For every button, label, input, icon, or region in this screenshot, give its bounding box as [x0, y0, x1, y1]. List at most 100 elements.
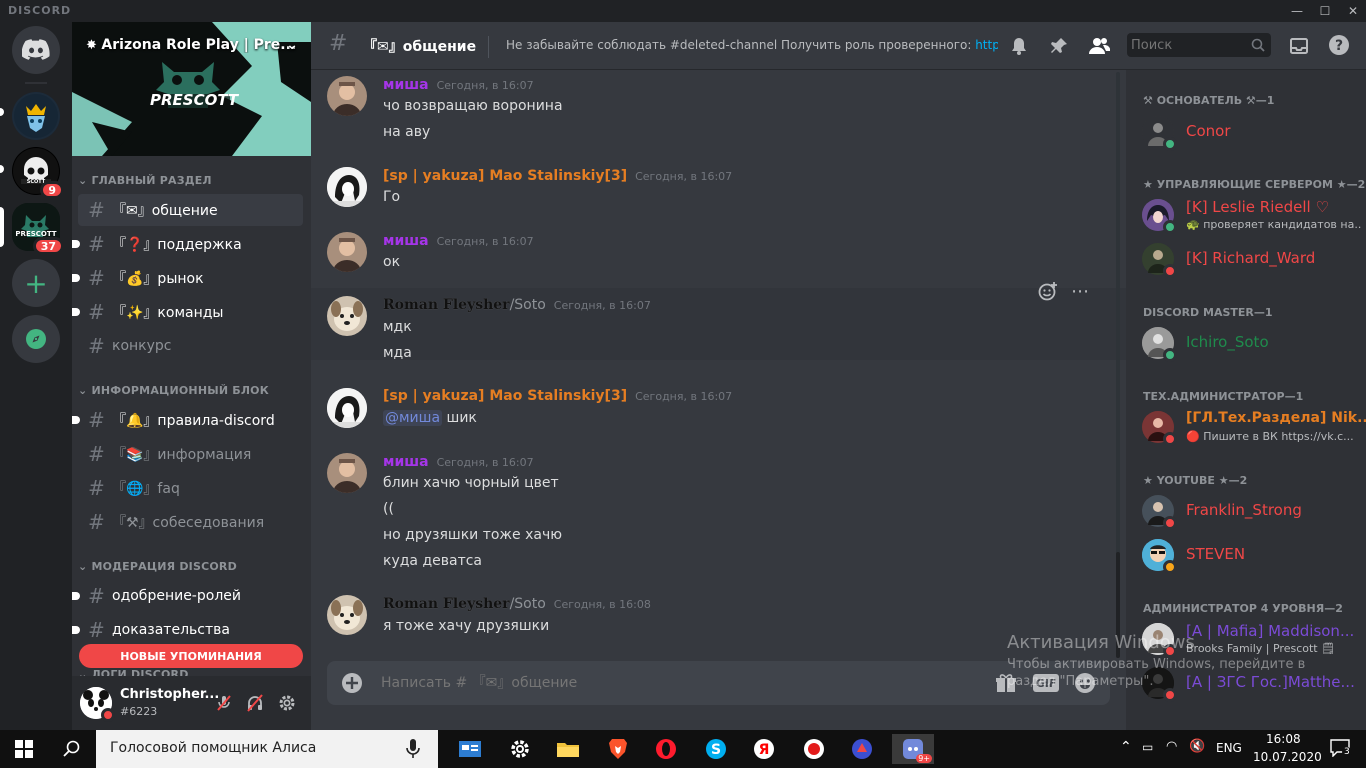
member-item[interactable]: [ГЛ.Тех.Раздела] Nik... 🔴 Пишите в ВК ht… — [1142, 406, 1366, 448]
message-author[interactable]: миша Сегодня, в 16:07 — [383, 233, 534, 249]
maximize-button[interactable]: ☐ — [1310, 0, 1340, 22]
user-settings-button[interactable] — [277, 693, 297, 713]
add-server-button[interactable]: + — [12, 259, 60, 307]
avatar[interactable] — [327, 453, 367, 493]
avatar[interactable] — [327, 167, 367, 207]
taskbar-app-game[interactable] — [844, 734, 880, 764]
category-logs[interactable]: ⌄ ЛОГИ DISCORD — [78, 668, 189, 676]
inbox-button[interactable] — [1288, 35, 1310, 57]
channel-pravila[interactable]: # 『🔔』правила-discord — [72, 404, 303, 436]
more-options-button[interactable]: ⋯ — [1067, 279, 1093, 303]
user-mention[interactable]: @миша — [383, 410, 443, 426]
taskbar-app-recorder[interactable] — [796, 734, 832, 764]
category-main[interactable]: ⌄ ГЛАВНЫЙ РАЗДЕЛ — [78, 174, 212, 187]
channel-sobesedovaniya[interactable]: # 『⚒』собеседования — [78, 506, 303, 538]
search-input[interactable] — [1131, 35, 1241, 55]
taskbar-app-photos[interactable] — [452, 734, 488, 764]
message-author[interactable]: [sp | yakuza] Mao Stalinskiy[3] Сегодня, … — [383, 388, 732, 404]
server-icon-skull[interactable]: SCOTT 9 — [12, 147, 64, 199]
search-box[interactable] — [1127, 33, 1271, 57]
channel-label: 『💰』рынок — [112, 271, 204, 287]
input-language[interactable]: ENG — [1216, 741, 1242, 755]
channel-dokazatelstva[interactable]: # доказательства — [72, 614, 303, 646]
channel-obshenie[interactable]: # 『✉』общение — [78, 194, 303, 226]
taskbar-app-yandex[interactable]: Я — [746, 734, 782, 764]
category-info[interactable]: ⌄ ИНФОРМАЦИОННЫЙ БЛОК — [78, 384, 269, 397]
notifications-button[interactable] — [1008, 35, 1030, 57]
member-item[interactable]: [K] Leslie Riedell ♡ 🐢 проверяет кандида… — [1142, 194, 1361, 236]
member-item[interactable]: Conor — [1142, 111, 1360, 153]
server-icon-prescott[interactable]: PRESCOTT 37 — [12, 203, 64, 255]
battery-icon[interactable]: ▭ — [1142, 740, 1153, 754]
show-hidden-icons-button[interactable]: ⌃ — [1120, 739, 1132, 755]
user-avatar[interactable] — [80, 687, 115, 722]
clock-time[interactable]: 16:08 — [1266, 732, 1301, 746]
notification-center-button[interactable]: 3 — [1330, 739, 1352, 759]
deafen-button[interactable] — [245, 693, 265, 713]
avatar[interactable] — [327, 296, 367, 336]
topic-link[interactable]: https... — [975, 38, 998, 52]
mute-button[interactable] — [214, 693, 234, 713]
message-text: на аву — [383, 124, 431, 140]
username: Christopher... — [120, 687, 220, 702]
start-button[interactable] — [6, 734, 42, 764]
add-reaction-button[interactable] — [1035, 279, 1061, 303]
channel-faq[interactable]: # 『🌐』faq — [78, 472, 303, 504]
scrollbar-thumb[interactable] — [1116, 552, 1120, 658]
server-icon-crown[interactable] — [12, 92, 60, 140]
avatar[interactable] — [327, 388, 367, 428]
member-item[interactable]: [A | Mafia] Maddison... Brooks Family | … — [1142, 618, 1360, 660]
channel-konkurs[interactable]: # конкурс — [78, 330, 303, 362]
avatar[interactable] — [327, 76, 367, 116]
explore-servers-button[interactable] — [12, 315, 60, 363]
member-item[interactable]: [K] Richard_Ward — [1142, 238, 1360, 280]
upload-button[interactable] — [341, 672, 363, 694]
opera-icon — [656, 739, 676, 759]
gift-button[interactable] — [995, 672, 1017, 694]
volume-muted-icon[interactable]: 🔇 — [1189, 739, 1205, 754]
member-item[interactable]: [A | ЗГС Гос.]Matthe... — [1142, 662, 1360, 704]
avatar[interactable] — [327, 232, 367, 272]
taskbar-app-opera[interactable] — [648, 734, 684, 764]
taskbar-app-explorer[interactable] — [550, 734, 586, 764]
minimize-button[interactable]: — — [1282, 0, 1312, 22]
channel-odobrenie-roley[interactable]: # одобрение-ролей — [72, 580, 303, 612]
message-input[interactable] — [381, 671, 981, 695]
clock-date[interactable]: 10.07.2020 — [1253, 750, 1322, 764]
message-author[interactable]: миша Сегодня, в 16:07 — [383, 77, 534, 93]
wifi-icon[interactable]: ◠ — [1166, 739, 1177, 754]
alice-voice-assistant-bar[interactable]: Голосовой помощник Алиса — [96, 730, 438, 768]
member-item[interactable]: Ichiro_Soto — [1142, 322, 1360, 364]
member-list-toggle[interactable] — [1087, 35, 1111, 57]
channel-topic[interactable]: Не забывайте соблюдать #deleted-channel … — [506, 38, 998, 52]
new-mentions-button[interactable]: НОВЫЕ УПОМИНАНИЯ — [79, 644, 303, 668]
taskbar-app-brave[interactable] — [600, 734, 636, 764]
channel-informaciya[interactable]: # 『📚』информация — [78, 438, 303, 470]
channel-label: 『✨』команды — [112, 305, 224, 321]
home-button[interactable] — [12, 26, 60, 74]
scrollbar[interactable] — [1116, 72, 1120, 658]
channel-komandy[interactable]: # 『✨』команды — [72, 296, 303, 328]
dnd-status-icon — [101, 708, 115, 722]
hashtag-icon: # — [88, 266, 105, 290]
help-button[interactable]: ? — [1328, 34, 1350, 56]
message-author[interactable]: [sp | yakuza] Mao Stalinskiy[3] Сегодня, … — [383, 168, 732, 184]
message-author[interactable]: Roman Fleysher/Soto Сегодня, в 16:08 — [383, 596, 651, 612]
pinned-messages-button[interactable] — [1048, 35, 1070, 57]
close-button[interactable]: ✕ — [1338, 0, 1366, 22]
taskbar-app-discord[interactable]: 9+ — [892, 734, 934, 764]
member-item[interactable]: Franklin_Strong — [1142, 490, 1360, 532]
taskbar-app-settings[interactable] — [502, 734, 538, 764]
avatar[interactable] — [327, 595, 367, 635]
emoji-picker-button[interactable] — [1073, 671, 1097, 695]
taskbar-app-skype[interactable]: S — [698, 734, 734, 764]
message-author[interactable]: миша Сегодня, в 16:07 — [383, 454, 534, 470]
search-taskbar-button[interactable] — [54, 734, 90, 764]
member-item[interactable]: STEVEN — [1142, 534, 1360, 576]
gif-button[interactable]: GIF — [1033, 674, 1059, 692]
category-moderation[interactable]: ⌄ МОДЕРАЦИЯ DISCORD — [78, 560, 237, 573]
channel-podderzhka[interactable]: # 『❓』поддержка — [72, 228, 303, 260]
message-author[interactable]: Roman Fleysher/Soto Сегодня, в 16:07 — [383, 297, 651, 313]
channel-rynok[interactable]: # 『💰』рынок — [72, 262, 303, 294]
server-name-button[interactable]: ✸ Arizona Role Play | Pre... ⌄ — [86, 37, 298, 53]
